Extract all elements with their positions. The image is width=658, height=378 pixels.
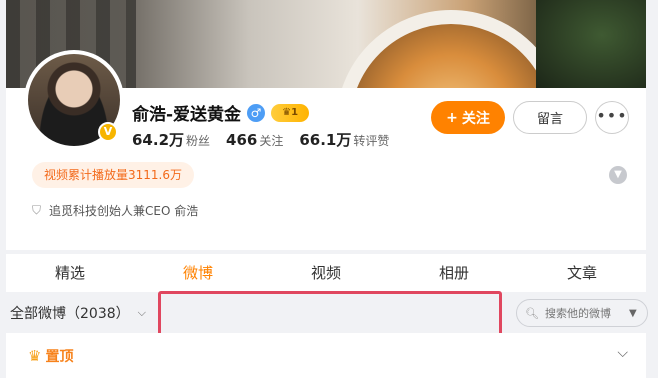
cover-arch	[336, 10, 566, 88]
stat-following[interactable]: 466 关注	[226, 130, 283, 149]
ellipsis-icon: •••	[596, 106, 628, 125]
shield-icon: ⛉	[32, 203, 42, 217]
profile-stats: 64.2万 粉丝 466 关注 66.1万 转评赞	[132, 129, 389, 150]
chevron-down-icon[interactable]: ⌵	[617, 345, 628, 361]
tab-articles[interactable]: 文章	[518, 254, 646, 292]
plus-icon: +	[446, 109, 458, 126]
search-input[interactable]	[544, 306, 623, 320]
filter-label: 全部微博（2038）	[10, 306, 130, 322]
expand-chevron-icon[interactable]: ▼	[609, 166, 627, 184]
tab-video[interactable]: 视频	[262, 254, 390, 292]
search-icon: 🔍︎	[525, 306, 539, 320]
male-gender-icon: ♂	[247, 103, 266, 122]
profile-intro: ⛉ 追觅科技创始人兼CEO 俞浩	[32, 202, 198, 219]
cover-tree	[536, 0, 646, 88]
vip-crown-icon[interactable]: ♛ 1	[271, 103, 310, 122]
pinned-section-header[interactable]: ♛ 置顶 ⌵	[6, 333, 646, 378]
follow-label: 关注	[461, 110, 490, 127]
tab-weibo[interactable]: 微博	[134, 254, 262, 292]
follow-button[interactable]: + 关注	[431, 101, 505, 134]
intro-text: 追觅科技创始人兼CEO 俞浩	[49, 204, 199, 218]
highlight-box	[158, 291, 502, 337]
message-label: 留言	[536, 112, 563, 127]
more-options-button[interactable]: •••	[595, 101, 629, 134]
user-name: 俞浩-爱送黄金	[132, 105, 242, 125]
caret-down-icon[interactable]: ▼	[629, 308, 637, 319]
message-button[interactable]: 留言	[513, 101, 587, 134]
profile-card: V 俞浩-爱送黄金 ♂ ♛ 1 64.2万 粉丝 466 关注 66.1万 转评赞 + …	[6, 50, 646, 250]
vip-level: 1	[291, 107, 299, 118]
weibo-search-box[interactable]: 🔍︎ ▼	[516, 299, 648, 327]
stat-engagement: 66.1万 转评赞	[299, 131, 390, 149]
profile-tabs: 精选 微博 视频 相册 文章	[6, 254, 646, 292]
tab-album[interactable]: 相册	[390, 254, 518, 292]
weibo-filter-dropdown[interactable]: 全部微博（2038） ⌵	[10, 303, 146, 323]
verified-icon: V	[98, 122, 118, 142]
crown-icon: ♛	[28, 346, 42, 365]
stat-followers[interactable]: 64.2万 粉丝	[132, 129, 210, 150]
pinned-label: 置顶	[45, 348, 74, 365]
name-row: 俞浩-爱送黄金 ♂ ♛ 1	[132, 100, 310, 125]
chevron-down-icon: ⌵	[137, 306, 146, 319]
video-views-badge: 视频累计播放量3111.6万	[32, 162, 194, 188]
tab-featured[interactable]: 精选	[6, 254, 134, 292]
